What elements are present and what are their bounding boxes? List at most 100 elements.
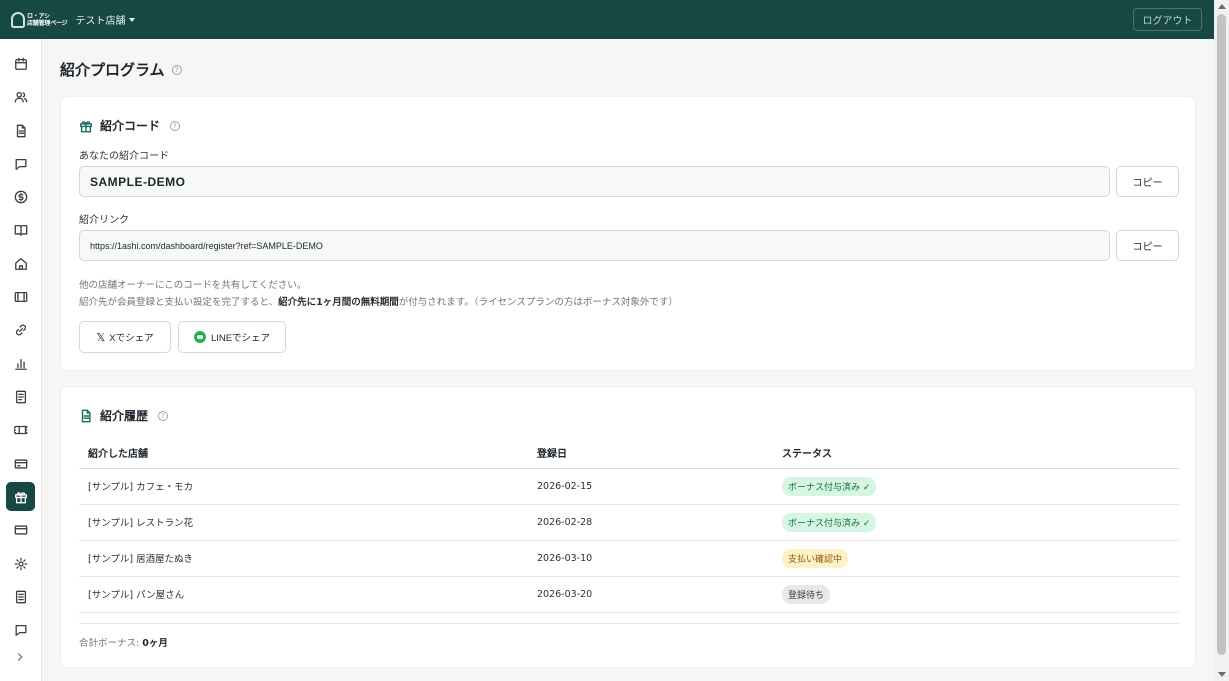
page-title: 紹介プログラム ? — [60, 59, 182, 80]
line-logo-icon — [193, 331, 206, 343]
help-icon[interactable]: ? — [158, 410, 169, 421]
gear-icon — [14, 557, 27, 570]
share-line-button[interactable]: LINEでシェア — [178, 321, 286, 353]
sidebar-item-guide[interactable] — [6, 215, 35, 244]
sidebar-item-notebook[interactable] — [6, 382, 35, 411]
sidebar-item-home[interactable] — [6, 249, 35, 278]
chevron-right-icon — [17, 653, 23, 661]
home-icon — [14, 257, 27, 270]
page-scrollbar[interactable] — [1214, 0, 1229, 681]
code-label: あなたの紹介コード — [79, 151, 169, 162]
chat-icon — [15, 158, 26, 170]
sidebar-item-analytics[interactable] — [6, 349, 35, 378]
sidebar-expand-button[interactable] — [13, 649, 27, 663]
share-note: 他の店舗オーナーにこのコードを共有してください。 — [79, 280, 307, 291]
sidebar-item-referral[interactable] — [6, 482, 35, 511]
users-icon — [14, 91, 27, 102]
table-row: [サンプル] パン屋さん 2026-03-20 登録待ち — [79, 576, 1179, 613]
link-label: 紹介リンク — [79, 215, 129, 226]
sidebar-item-settings[interactable] — [6, 549, 35, 578]
ticket-icon — [13, 425, 27, 434]
bar-chart-icon — [14, 358, 27, 370]
store-cell: [サンプル] 居酒屋たぬき — [79, 540, 528, 577]
referral-code-card: 紹介コード ? あなたの紹介コード SAMPLE-DEMO コピー 紹介リンク … — [60, 96, 1196, 371]
table-header-row: 紹介した店舗 登録日 ステータス — [79, 437, 1179, 469]
column-header-date: 登録日 — [528, 437, 773, 469]
caret-down-icon — [129, 17, 136, 22]
date-cell: 2026-03-10 — [528, 540, 773, 577]
top-bar: ロ・アシ 店舗管理ページ テスト店舗 ログアウト — [0, 0, 1214, 39]
sidebar-item-tickets[interactable] — [6, 415, 35, 444]
bonus-note-highlight: 紹介先に1ヶ月間の無料期間 — [278, 297, 399, 308]
status-cell: 登録待ち — [773, 576, 1179, 613]
total-bonus: 合計ボーナス: 0ヶ月 — [79, 635, 168, 649]
calendar-icon — [14, 57, 27, 70]
copy-link-button[interactable]: コピー — [1116, 230, 1179, 261]
sidebar-item-sales[interactable] — [6, 182, 35, 211]
total-bonus-value: 0ヶ月 — [142, 638, 168, 649]
logout-button[interactable]: ログアウト — [1133, 8, 1202, 31]
status-cell: ボーナス付与済み ✓ — [773, 504, 1179, 541]
sidebar-item-manual[interactable] — [6, 582, 35, 611]
status-cell: ボーナス付与済み ✓ — [773, 468, 1179, 505]
sidebar-item-calendar[interactable] — [6, 49, 35, 78]
referral-code-field[interactable]: SAMPLE-DEMO — [79, 166, 1110, 197]
status-badge: 支払い確認中 — [782, 548, 849, 568]
logo[interactable]: ロ・アシ 店舗管理ページ — [11, 11, 68, 28]
gift-icon — [14, 491, 27, 503]
status-badge: ボーナス付与済み ✓ — [782, 476, 877, 496]
help-icon[interactable]: ? — [171, 64, 182, 75]
bonus-note: 紹介先が会員登録と支払い設定を完了すると、紹介先に1ヶ月間の無料期間が付与されま… — [79, 294, 678, 308]
sidebar — [0, 39, 42, 681]
date-cell: 2026-03-20 — [528, 576, 773, 613]
date-cell: 2026-02-28 — [528, 504, 773, 541]
copy-code-button[interactable]: コピー — [1116, 166, 1179, 197]
date-cell: 2026-02-15 — [528, 468, 773, 505]
column-header-store: 紹介した店舗 — [79, 437, 528, 469]
sidebar-item-documents[interactable] — [6, 116, 35, 145]
sidebar-item-payments[interactable] — [6, 449, 35, 478]
referral-code-title: 紹介コード ? — [79, 117, 181, 134]
referral-link-field[interactable]: https://1ashi.com/dashboard/register?ref… — [79, 230, 1110, 261]
sidebar-item-billing[interactable] — [6, 515, 35, 544]
notebook-icon — [15, 390, 26, 403]
share-line-label: LINEでシェア — [210, 333, 271, 344]
status-badge: 登録待ち — [782, 584, 831, 604]
table-row: [サンプル] レストラン花 2026-02-28 ボーナス付与済み ✓ — [79, 504, 1179, 541]
store-name: テスト店舗 — [75, 16, 126, 27]
store-cell: [サンプル] パン屋さん — [79, 576, 528, 613]
share-x-label: Xでシェア — [109, 333, 154, 344]
sidebar-item-messages[interactable] — [6, 615, 35, 644]
logo-mark-icon — [11, 11, 25, 28]
sidebar-item-links[interactable] — [6, 315, 35, 344]
logo-line-1: ロ・アシ — [27, 12, 50, 20]
table-row: [サンプル] カフェ・モカ 2026-02-15 ボーナス付与済み ✓ — [79, 468, 1179, 505]
scroll-down-arrow-icon[interactable] — [1218, 672, 1226, 677]
gift-icon — [80, 120, 92, 132]
sidebar-item-media[interactable] — [6, 282, 35, 311]
status-cell: 支払い確認中 — [773, 540, 1179, 577]
share-x-button[interactable]: 𝕏 Xでシェア — [79, 321, 171, 353]
book-icon — [14, 224, 27, 236]
bonus-note-part: 紹介先が会員登録と支払い設定を完了すると、 — [79, 297, 279, 308]
status-badge: ボーナス付与済み ✓ — [782, 512, 877, 532]
referral-history-card: 紹介履歴 ? 紹介した店舗 登録日 ステータス [サンプル] カフェ・モカ 20… — [60, 386, 1196, 668]
x-logo-icon: 𝕏 — [96, 330, 106, 344]
page-title-text: 紹介プログラム — [60, 61, 165, 79]
list-icon — [15, 590, 26, 603]
help-icon[interactable]: ? — [170, 120, 181, 131]
card-icon — [14, 524, 27, 535]
referral-history-title-text: 紹介履歴 — [100, 409, 149, 423]
sidebar-item-chat[interactable] — [6, 149, 35, 178]
scroll-thumb[interactable] — [1217, 14, 1226, 655]
table-row: [サンプル] 居酒屋たぬき 2026-03-10 支払い確認中 — [79, 540, 1179, 577]
logo-line-2: 店舗管理ページ — [27, 19, 68, 27]
divider — [79, 623, 1179, 624]
dollar-icon — [14, 190, 27, 203]
sidebar-item-users[interactable] — [6, 82, 35, 111]
store-selector[interactable]: テスト店舗 — [75, 12, 136, 27]
column-header-status: ステータス — [773, 437, 1179, 469]
document-icon — [16, 124, 26, 137]
scroll-up-arrow-icon[interactable] — [1218, 4, 1226, 9]
store-cell: [サンプル] レストラン花 — [79, 504, 528, 541]
